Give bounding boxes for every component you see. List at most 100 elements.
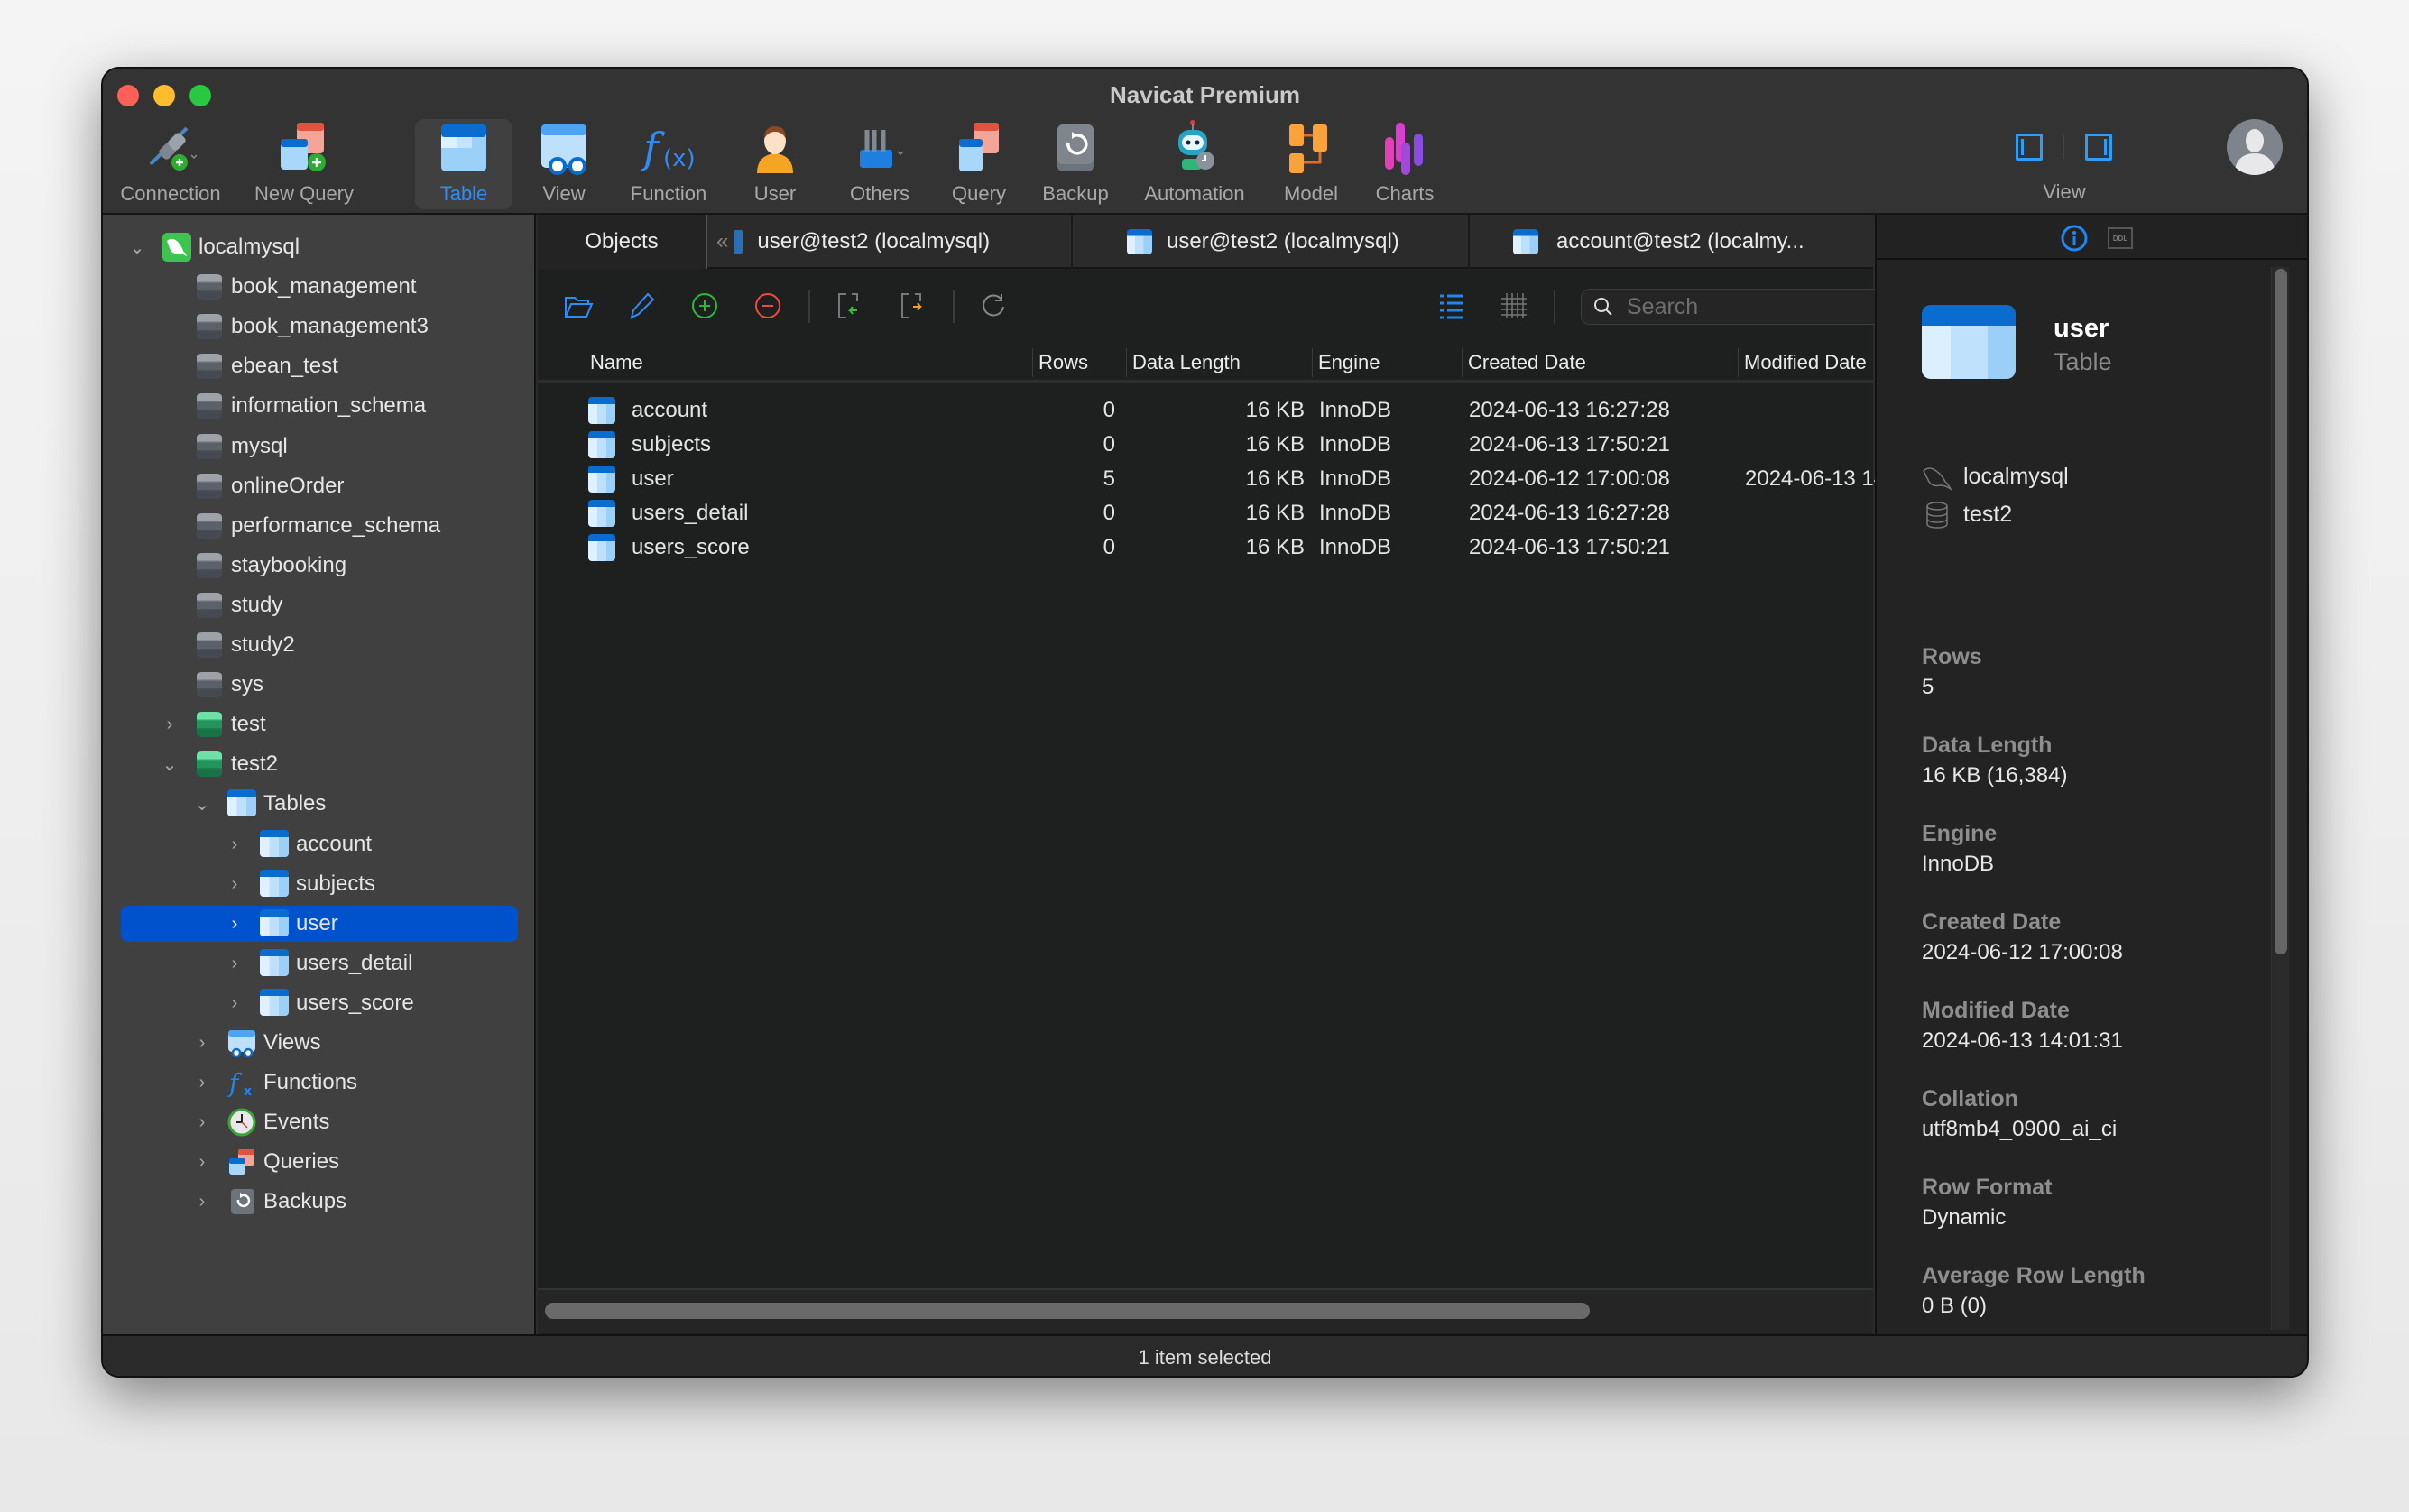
tree-database-study2[interactable]: study2 — [103, 627, 536, 663]
tree-table-user[interactable]: › user — [103, 906, 536, 942]
import-button[interactable] — [832, 289, 866, 323]
table-row[interactable]: account 0 16 KB InnoDB 2024-06-13 16:27:… — [538, 393, 1873, 428]
column-header-name[interactable]: Name — [585, 348, 928, 377]
delete-table-button[interactable] — [751, 289, 785, 323]
horizontal-scroll-thumb[interactable] — [545, 1303, 1590, 1319]
tree-database-onlineOrder[interactable]: onlineOrder — [103, 468, 536, 504]
info-connection: localmysql — [1963, 464, 2069, 489]
horizontal-scrollbar[interactable] — [538, 1288, 1873, 1333]
export-button[interactable] — [895, 289, 929, 323]
toolbar-backup-button[interactable]: Backup — [1030, 119, 1121, 209]
column-header-engine[interactable]: Engine — [1312, 348, 1456, 377]
refresh-button[interactable] — [976, 289, 1011, 323]
toolbar-query-button[interactable]: Query — [938, 119, 1020, 209]
column-header-data-length[interactable]: Data Length — [1126, 348, 1306, 377]
toolbar-table-button[interactable]: Table — [415, 119, 512, 209]
chevron-right-icon[interactable]: › — [193, 1033, 211, 1054]
toolbar-automation-button[interactable]: Automation — [1122, 119, 1267, 209]
column-header-created-date[interactable]: Created Date — [1462, 348, 1732, 377]
folder-open-icon — [564, 297, 594, 318]
tree-database-test[interactable]: › test — [103, 706, 536, 742]
ddl-tab-button[interactable]: DDL — [2108, 227, 2133, 249]
grid-view-button[interactable] — [1496, 289, 1530, 323]
list-view-button[interactable] — [1435, 289, 1469, 323]
toolbar-charts-button[interactable]: Charts — [1364, 119, 1445, 209]
table-row[interactable]: users_detail 0 16 KB InnoDB 2024-06-13 1… — [538, 496, 1873, 530]
tab-user-test2-2[interactable]: user@test2 (localmysql) — [1073, 215, 1470, 269]
new-table-button[interactable] — [688, 289, 722, 323]
tab-user-test2-1[interactable]: « user@test2 (localmysql) — [707, 215, 1073, 269]
table-icon — [260, 949, 289, 978]
plus-circle-icon — [692, 293, 717, 318]
navigation-sidebar: ⌄ localmysql book_management book_managemen… — [103, 215, 536, 1376]
tree-table-subjects[interactable]: › subjects — [103, 866, 536, 902]
tree-database-study[interactable]: study — [103, 587, 536, 623]
design-table-button[interactable] — [624, 289, 659, 323]
cell-engine: InnoDB — [1319, 398, 1392, 422]
info-field-label: Average Row Length — [1922, 1263, 2146, 1288]
tree-database-book_management3[interactable]: book_management3 — [103, 309, 536, 345]
chevron-right-icon[interactable]: › — [226, 954, 244, 974]
tree-database-test2[interactable]: ⌄ test2 — [103, 746, 536, 782]
cell-rows: 0 — [1103, 432, 1115, 456]
chevron-right-icon[interactable]: › — [226, 874, 244, 895]
toolbar-function-button[interactable]: f (x) Function — [619, 119, 718, 209]
chevron-right-icon[interactable]: › — [193, 1073, 211, 1093]
tree-database-sys[interactable]: sys — [103, 667, 536, 703]
tab-objects[interactable]: Objects — [538, 215, 707, 269]
info-tab-button[interactable] — [2060, 224, 2089, 253]
tree-database-information_schema[interactable]: information_schema — [103, 388, 536, 424]
toolbar-connection-button[interactable]: Connection — [112, 119, 229, 209]
toolbar-new-query-button[interactable]: New Query — [245, 119, 363, 209]
toolbar-model-button[interactable]: Model — [1270, 119, 1352, 209]
tree-group-views[interactable]: › Views — [103, 1025, 536, 1061]
tree-database-mysql[interactable]: mysql — [103, 429, 536, 465]
info-vertical-scrollbar[interactable] — [2271, 267, 2289, 1330]
chevron-right-icon[interactable]: › — [226, 834, 244, 855]
tab-account-test2[interactable]: account@test2 (localmy... — [1470, 215, 1871, 269]
column-header-rows[interactable]: Rows — [1032, 348, 1122, 377]
tree-database-book_management[interactable]: book_management — [103, 269, 536, 305]
chevron-down-icon[interactable]: ⌄ — [128, 236, 146, 259]
tree-group-tables[interactable]: ⌄ Tables — [103, 786, 536, 822]
mysql-dolphin-icon — [1922, 466, 1952, 492]
toolbar-view-button[interactable]: View — [523, 119, 605, 209]
table-row[interactable]: users_score 0 16 KB InnoDB 2024-06-13 17… — [538, 530, 1873, 565]
tree-table-users_detail[interactable]: › users_detail — [103, 945, 536, 982]
chevron-down-icon[interactable]: ⌄ — [161, 753, 179, 776]
table-row[interactable]: subjects 0 16 KB InnoDB 2024-06-13 17:50… — [538, 428, 1873, 462]
chevron-down-icon[interactable]: ⌄ — [193, 793, 211, 816]
tree-connection-localmysql[interactable]: ⌄ localmysql — [103, 229, 536, 265]
toolbar-divider — [1554, 290, 1555, 323]
toolbar-others-button[interactable]: Others — [830, 119, 929, 209]
chevron-right-icon[interactable]: › — [226, 993, 244, 1014]
toggle-left-pane-button[interactable] — [2016, 134, 2043, 161]
vertical-scroll-thumb[interactable] — [2275, 269, 2287, 954]
info-database: test2 — [1963, 502, 2013, 527]
chevron-right-icon[interactable]: › — [226, 914, 244, 935]
tree-group-backups[interactable]: › Backups — [103, 1184, 536, 1220]
chevron-right-icon[interactable]: › — [193, 1192, 211, 1212]
tree-group-events[interactable]: › Events — [103, 1104, 536, 1140]
open-table-button[interactable] — [561, 289, 595, 323]
tree-group-functions[interactable]: › f x Functions — [103, 1065, 536, 1101]
toggle-right-pane-button[interactable] — [2085, 134, 2112, 161]
tab-label: user@test2 (localmysql) — [757, 229, 991, 254]
tree-table-account[interactable]: › account — [103, 826, 536, 862]
chevron-right-icon[interactable]: › — [161, 715, 179, 735]
tab-objects-label: Objects — [585, 229, 659, 254]
window-title: Navicat Premium — [1110, 81, 1300, 108]
table-row[interactable]: user 5 16 KB InnoDB 2024-06-12 17:00:08 … — [538, 462, 1940, 496]
chevron-right-icon[interactable]: › — [193, 1152, 211, 1173]
chevron-right-icon[interactable]: › — [193, 1112, 211, 1133]
tree-group-queries[interactable]: › Queries — [103, 1144, 536, 1180]
toolbar-user-button[interactable]: User — [734, 119, 816, 209]
account-avatar-button[interactable] — [2227, 119, 2283, 175]
cell-rows: 0 — [1103, 535, 1115, 559]
model-icon — [1282, 119, 1340, 177]
tree-database-staybooking[interactable]: staybooking — [103, 548, 536, 584]
tree-database-ebean_test[interactable]: ebean_test — [103, 348, 536, 384]
tree-table-users_score[interactable]: › users_score — [103, 985, 536, 1021]
cell-data-length: 16 KB — [1245, 535, 1305, 559]
tree-database-performance_schema[interactable]: performance_schema — [103, 508, 536, 544]
